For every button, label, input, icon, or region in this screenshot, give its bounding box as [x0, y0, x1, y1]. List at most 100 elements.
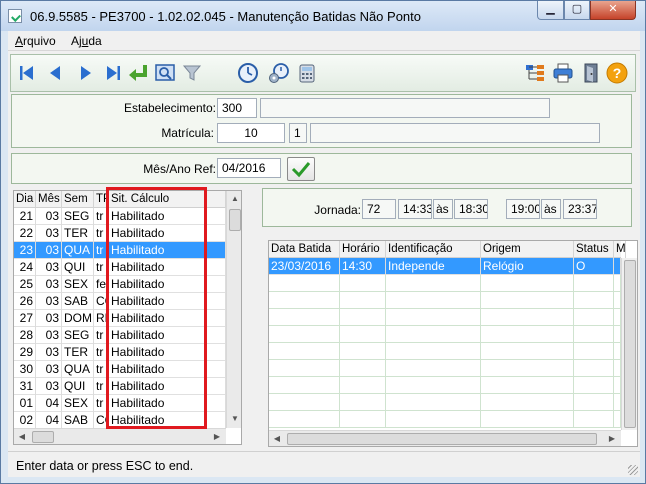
exit-door-icon[interactable]: [580, 62, 602, 84]
cell-sem[interactable]: QUI: [62, 259, 94, 276]
clock-gear-icon[interactable]: [268, 62, 290, 84]
table-row[interactable]: 2603SABCCHabilitado: [14, 293, 226, 310]
cell-dia[interactable]: 26: [14, 293, 36, 310]
col-dia[interactable]: Dia: [14, 191, 36, 208]
cell-dia[interactable]: 31: [14, 378, 36, 395]
cell-m[interactable]: [614, 258, 621, 275]
table-row[interactable]: 30 03 QUA tr Habilitado: [14, 361, 226, 378]
previous-record-icon[interactable]: [44, 62, 66, 84]
cell-data-batida[interactable]: 23/03/2016: [269, 258, 340, 275]
close-button[interactable]: ✕: [590, 1, 636, 20]
cell-sit-calculo[interactable]: Habilitado: [109, 242, 226, 259]
cell-sem[interactable]: DOM: [62, 310, 94, 327]
cell-sem[interactable]: SEX: [62, 276, 94, 293]
cell-tp[interactable]: tr: [94, 208, 109, 225]
days-vscroll[interactable]: ▲ ▼: [226, 191, 241, 428]
cell-dia[interactable]: 24: [14, 259, 36, 276]
cell-identificacao[interactable]: Independe: [386, 258, 481, 275]
col-identificacao[interactable]: Identificação: [386, 241, 481, 258]
punch-hscroll-thumb[interactable]: [287, 433, 597, 445]
col-horario[interactable]: Horário: [340, 241, 386, 258]
table-row[interactable]: 25 03 SEX fe Habilitado: [14, 276, 226, 293]
next-record-icon[interactable]: [75, 62, 97, 84]
cell-sit-calculo[interactable]: Habilitado: [109, 395, 226, 412]
cell-tp[interactable]: tr: [94, 395, 109, 412]
cell-mes[interactable]: 03: [36, 293, 62, 310]
cell-dia[interactable]: 21: [14, 208, 36, 225]
cell-sem[interactable]: SEG: [62, 208, 94, 225]
cell-dia[interactable]: 23: [14, 242, 36, 259]
cell-sem[interactable]: SEG: [62, 327, 94, 344]
cell-mes[interactable]: 03: [36, 361, 62, 378]
cell-sem[interactable]: QUA: [62, 361, 94, 378]
cell-tp[interactable]: tr: [94, 361, 109, 378]
col-tp[interactable]: TP: [94, 191, 109, 208]
tree-icon[interactable]: [524, 62, 546, 84]
cell-mes[interactable]: 03: [36, 259, 62, 276]
table-row[interactable]: 31 03 QUI tr Habilitado: [14, 378, 226, 395]
cell-dia[interactable]: 30: [14, 361, 36, 378]
cell-mes[interactable]: 03: [36, 208, 62, 225]
table-row[interactable]: 21 03 SEG tr Habilitado: [14, 208, 226, 225]
cell-sem[interactable]: SAB: [62, 412, 94, 429]
days-hscroll-thumb[interactable]: [32, 431, 54, 443]
print-icon[interactable]: [552, 62, 574, 84]
scroll-down-icon[interactable]: ▼: [227, 411, 241, 427]
col-m[interactable]: M: [614, 241, 626, 258]
scroll-left-icon[interactable]: ◀: [14, 429, 30, 444]
cell-dia[interactable]: 28: [14, 327, 36, 344]
table-row[interactable]: 22 03 TER tr Habilitado: [14, 225, 226, 242]
cell-dia[interactable]: 02: [14, 412, 36, 429]
cell-horario[interactable]: 14:30: [340, 258, 386, 275]
days-hscroll[interactable]: ◀ ▶: [14, 428, 226, 444]
resize-grip-icon[interactable]: [628, 465, 638, 475]
mes-ano-ref-field[interactable]: 04/2016: [217, 158, 281, 178]
first-record-icon[interactable]: [16, 62, 38, 84]
cell-mes[interactable]: 03: [36, 310, 62, 327]
last-record-icon[interactable]: [102, 62, 124, 84]
cell-tp[interactable]: RE: [94, 310, 109, 327]
calculator-icon[interactable]: [296, 62, 318, 84]
table-row[interactable]: 0204SABCCHabilitado: [14, 412, 226, 429]
cell-tp[interactable]: tr: [94, 378, 109, 395]
scroll-right-icon[interactable]: ▶: [209, 429, 225, 444]
confirm-button[interactable]: [287, 157, 315, 181]
cell-status[interactable]: O: [574, 258, 614, 275]
filter-icon[interactable]: [181, 62, 203, 84]
cell-sit-calculo[interactable]: Habilitado: [109, 310, 226, 327]
cell-dia[interactable]: 29: [14, 344, 36, 361]
cell-tp[interactable]: tr: [94, 225, 109, 242]
punch-vscroll[interactable]: [621, 258, 637, 430]
cell-tp[interactable]: tr: [94, 327, 109, 344]
cell-sit-calculo[interactable]: Habilitado: [109, 412, 226, 429]
cell-sit-calculo[interactable]: Habilitado: [109, 259, 226, 276]
cell-tp[interactable]: tr: [94, 259, 109, 276]
cell-mes[interactable]: 03: [36, 327, 62, 344]
scroll-up-icon[interactable]: ▲: [227, 191, 241, 207]
cell-mes[interactable]: 03: [36, 378, 62, 395]
cell-mes[interactable]: 04: [36, 395, 62, 412]
help-icon[interactable]: ?: [606, 62, 628, 84]
cell-sit-calculo[interactable]: Habilitado: [109, 293, 226, 310]
clock-icon[interactable]: [237, 62, 259, 84]
table-row[interactable]: 23/03/2016 14:30 Independe Relógio O: [269, 258, 621, 275]
cell-dia[interactable]: 22: [14, 225, 36, 242]
cell-tp[interactable]: CC: [94, 293, 109, 310]
punch-vscroll-thumb[interactable]: [624, 260, 636, 428]
table-row[interactable]: 23 03 QUA tr Habilitado: [14, 242, 226, 259]
menu-arquivo[interactable]: Arquivo: [15, 34, 56, 48]
enter-icon[interactable]: [128, 62, 150, 84]
cell-tp[interactable]: tr: [94, 242, 109, 259]
cell-dia[interactable]: 27: [14, 310, 36, 327]
punch-scroll-right-icon[interactable]: ▶: [604, 431, 620, 446]
estabelecimento-field[interactable]: 300: [217, 98, 257, 118]
cell-sit-calculo[interactable]: Habilitado: [109, 361, 226, 378]
cell-sem[interactable]: TER: [62, 344, 94, 361]
minimize-button[interactable]: ▁: [537, 1, 564, 20]
table-row[interactable]: 24 03 QUI tr Habilitado: [14, 259, 226, 276]
col-mes[interactable]: Mês: [36, 191, 62, 208]
table-row[interactable]: 28 03 SEG tr Habilitado: [14, 327, 226, 344]
menu-ajuda[interactable]: Ajuda: [71, 34, 102, 48]
cell-sit-calculo[interactable]: Habilitado: [109, 208, 226, 225]
cell-tp[interactable]: tr: [94, 344, 109, 361]
